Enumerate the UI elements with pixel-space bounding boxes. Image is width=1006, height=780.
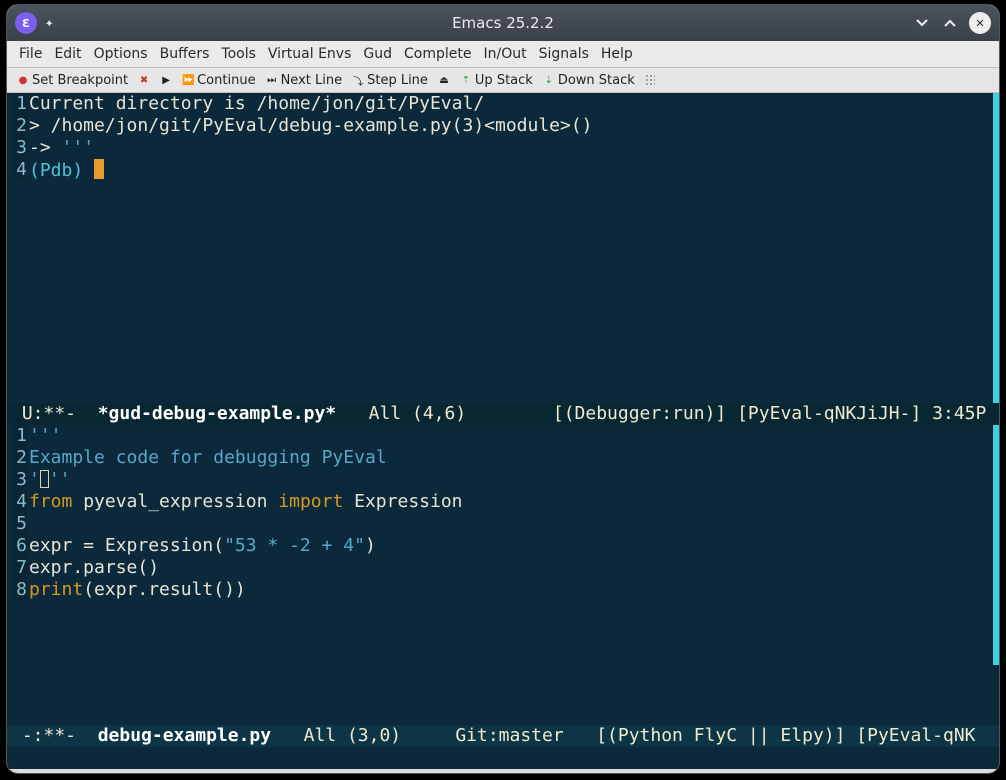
kw: import xyxy=(278,491,343,512)
buffer-name: debug-example.py xyxy=(98,725,271,746)
text: pyeval_expression xyxy=(72,491,278,512)
down-stack-icon: ⇣ xyxy=(543,75,555,86)
tb-set-breakpoint[interactable]: ● Set Breakpoint xyxy=(15,71,134,90)
cursor xyxy=(40,470,49,488)
tb-clear-breakpoint[interactable]: ✖ xyxy=(136,73,156,88)
panes: 1 2 3 4 Current directory is /home/jon/g… xyxy=(7,93,999,769)
text: ) xyxy=(365,535,376,556)
tb-label: Up Stack xyxy=(475,73,533,88)
menu-help[interactable]: Help xyxy=(597,44,637,64)
emacs-window: ε ✦ Emacs 25.2.2 ✕ File Edit Options Buf… xyxy=(6,4,1000,774)
tb-step-line[interactable]: ⤵ Step Line xyxy=(350,71,434,90)
menu-file[interactable]: File xyxy=(15,44,46,64)
text: Expression xyxy=(343,491,462,512)
text: -> xyxy=(29,137,62,158)
menu-virtualenvs[interactable]: Virtual Envs xyxy=(264,44,356,64)
close-icon[interactable]: ✕ xyxy=(969,12,991,34)
pdb-prompt: (Pdb) xyxy=(29,160,94,181)
continue-icon: ⏩ xyxy=(182,75,194,86)
tb-label: Continue xyxy=(197,73,255,88)
tb-label: Set Breakpoint xyxy=(32,73,128,88)
modeline-source[interactable]: -:**- debug-example.py All (3,0) Git:mas… xyxy=(7,725,999,747)
line-numbers: 1 2 3 4 5 6 7 8 xyxy=(13,425,27,601)
text: expr = Expression( xyxy=(29,535,224,556)
cursor xyxy=(94,159,104,179)
modeline-gud[interactable]: U:**- *gud-debug-example.py* All (4,6) [… xyxy=(7,403,999,425)
tb-up-stack[interactable]: ⇡ Up Stack xyxy=(458,71,539,90)
text: > /home/jon/git/PyEval/debug-example.py(… xyxy=(29,115,593,136)
tb-start[interactable]: ▶ xyxy=(158,73,178,88)
gud-content[interactable]: Current directory is /home/jon/git/PyEva… xyxy=(27,93,999,181)
menubar: File Edit Options Buffers Tools Virtual … xyxy=(7,41,999,67)
up-stack-icon: ⇡ xyxy=(460,75,472,86)
tb-down-stack[interactable]: ⇣ Down Stack xyxy=(541,71,641,90)
minibuffer[interactable] xyxy=(7,747,999,769)
emacs-icon: ε xyxy=(15,12,37,34)
text: Example code for debugging PyEval xyxy=(29,447,387,468)
clear-breakpoint-icon: ✖ xyxy=(138,75,150,86)
tb-next-line[interactable]: ⏭ Next Line xyxy=(264,71,349,90)
text: Current directory is /home/jon/git/PyEva… xyxy=(29,93,484,114)
start-icon: ▶ xyxy=(160,75,172,86)
menu-edit[interactable]: Edit xyxy=(50,44,85,64)
tb-more[interactable] xyxy=(643,72,661,88)
pin-icon[interactable]: ✦ xyxy=(45,15,53,31)
kw: from xyxy=(29,491,72,512)
text: ''' xyxy=(29,425,62,446)
window-title: Emacs 25.2.2 xyxy=(7,14,999,32)
pane-gud[interactable]: 1 2 3 4 Current directory is /home/jon/g… xyxy=(7,93,999,403)
next-line-icon: ⏭ xyxy=(266,75,278,86)
text: ' xyxy=(29,469,40,490)
window-controls: ✕ xyxy=(913,12,991,34)
tb-label: Step Line xyxy=(367,73,428,88)
line-numbers: 1 2 3 4 xyxy=(13,93,27,181)
text: "53 * -2 + 4" xyxy=(224,535,365,556)
minimize-icon[interactable] xyxy=(913,14,931,32)
menu-signals[interactable]: Signals xyxy=(535,44,593,64)
menu-complete[interactable]: Complete xyxy=(400,44,475,64)
buffer-name: *gud-debug-example.py* xyxy=(98,403,336,424)
finish-icon: ⏏ xyxy=(438,75,450,86)
source-content[interactable]: ''' Example code for debugging PyEval ''… xyxy=(27,425,999,601)
tb-continue[interactable]: ⏩ Continue xyxy=(180,71,261,90)
breakpoint-icon: ● xyxy=(17,75,29,86)
kw: print xyxy=(29,579,83,600)
tb-label: Next Line xyxy=(281,73,343,88)
text: expr.parse() xyxy=(29,557,159,578)
maximize-icon[interactable] xyxy=(941,14,959,32)
step-line-icon: ⤵ xyxy=(352,73,364,88)
text: '' xyxy=(49,469,71,490)
menu-inout[interactable]: In/Out xyxy=(479,44,530,64)
tb-label: Down Stack xyxy=(558,73,635,88)
toolbar: ● Set Breakpoint ✖ ▶ ⏩ Continue ⏭ Next L… xyxy=(7,67,999,93)
text: ''' xyxy=(62,137,95,158)
menu-gud[interactable]: Gud xyxy=(359,44,396,64)
text: (expr.result()) xyxy=(83,579,246,600)
scrollbar-right[interactable] xyxy=(993,425,999,665)
tb-finish[interactable]: ⏏ xyxy=(436,73,456,88)
menu-options[interactable]: Options xyxy=(90,44,152,64)
more-icon xyxy=(645,74,655,86)
pane-source[interactable]: 1 2 3 4 5 6 7 8 ''' Example code for deb… xyxy=(7,425,999,725)
menu-tools[interactable]: Tools xyxy=(217,44,260,64)
scrollbar-right[interactable] xyxy=(993,93,999,403)
titlebar[interactable]: ε ✦ Emacs 25.2.2 ✕ xyxy=(7,5,999,41)
menu-buffers[interactable]: Buffers xyxy=(156,44,214,64)
